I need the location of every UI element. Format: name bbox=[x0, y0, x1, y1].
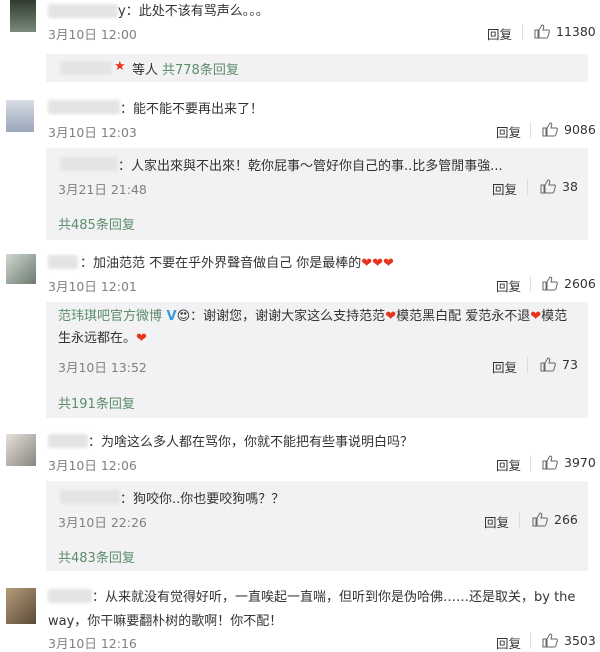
view-replies-link[interactable]: 共778条回复 bbox=[162, 59, 239, 78]
comment-time: 3月10日 12:03 bbox=[48, 125, 137, 140]
blurred-username bbox=[48, 434, 88, 448]
thumbs-up-icon bbox=[542, 122, 558, 137]
thumbs-up-icon bbox=[542, 633, 558, 648]
emoji-icon: 😍 bbox=[176, 309, 191, 324]
author-link[interactable]: 范玮琪吧官方微博 bbox=[58, 309, 162, 324]
comment-text: ：能不能不要再出来了！ bbox=[120, 102, 264, 117]
like-button[interactable]: 3970 bbox=[542, 455, 596, 470]
avatar[interactable] bbox=[6, 588, 36, 624]
thumbs-up-icon bbox=[534, 24, 550, 39]
divider bbox=[527, 179, 528, 195]
like-count: 266 bbox=[554, 512, 578, 527]
like-count: 73 bbox=[562, 357, 578, 372]
heart-icon: ❤ bbox=[530, 309, 542, 324]
star-badge-icon: ★ bbox=[114, 59, 126, 74]
comment-text-line-1: ：从来就没有觉得好听，一直唉起一直喘，但听到你是伪哈佛……还是取关，by the bbox=[92, 590, 576, 605]
heart-icon: ❤ bbox=[136, 331, 147, 346]
view-replies-link[interactable]: 共485条回复 bbox=[58, 214, 135, 233]
comment-text: ：加油范范 不要在乎外界聲音做自己 你是最棒的❤❤❤ bbox=[80, 256, 394, 271]
view-replies-link[interactable]: 共191条回复 bbox=[58, 393, 135, 412]
avatar[interactable] bbox=[6, 100, 34, 132]
blurred-username bbox=[60, 61, 112, 75]
reply-button[interactable]: 回复 bbox=[484, 512, 509, 531]
like-count: 3970 bbox=[564, 455, 596, 470]
sub-reply-text: ：狗咬你..你也要咬狗嗎？？ bbox=[120, 492, 285, 507]
avatar[interactable] bbox=[6, 434, 36, 466]
divider bbox=[530, 455, 531, 471]
like-count: 3503 bbox=[564, 633, 596, 648]
divider bbox=[519, 512, 520, 528]
reply-button[interactable]: 回复 bbox=[492, 357, 517, 376]
reply-summary bbox=[46, 54, 588, 82]
like-count: 11380 bbox=[556, 24, 596, 39]
sub-reply-time: 3月10日 22:26 bbox=[58, 515, 147, 530]
like-button[interactable]: 9086 bbox=[542, 122, 596, 137]
like-button[interactable]: 3503 bbox=[542, 633, 596, 648]
like-button[interactable]: 73 bbox=[540, 357, 578, 372]
thumbs-up-icon bbox=[542, 455, 558, 470]
reply-button[interactable]: 回复 bbox=[496, 633, 521, 652]
sub-reply-text: ：人家出來與不出來！乾你屁事～管好你自己的事..比多管閒事強... bbox=[118, 159, 503, 174]
divider bbox=[522, 24, 523, 40]
blurred-username bbox=[48, 255, 78, 269]
sub-reply-text: 范玮琪吧官方微博 V😍：谢谢您，谢谢大家这么支持范范❤模范黑白配 爱范永不退❤模… bbox=[58, 309, 568, 346]
heart-icon: ❤ bbox=[385, 309, 397, 324]
reply-button[interactable]: 回复 bbox=[496, 455, 521, 474]
verified-v-icon: V bbox=[162, 309, 177, 324]
reply-button[interactable]: 回复 bbox=[487, 24, 512, 43]
comment-text: y：此处不该有骂声么。。。 bbox=[118, 4, 269, 19]
heart-emoji-icons: ❤❤❤ bbox=[361, 256, 394, 271]
divider bbox=[530, 276, 531, 292]
like-button[interactable]: 11380 bbox=[534, 24, 596, 39]
like-button[interactable]: 2606 bbox=[542, 276, 596, 291]
blurred-username bbox=[60, 490, 120, 504]
blurred-username bbox=[48, 4, 118, 18]
avatar[interactable] bbox=[10, 0, 36, 32]
divider bbox=[530, 122, 531, 138]
comment-text-line-2: way，你干嘛要翻朴树的歌啊！你不配！ bbox=[48, 614, 283, 629]
like-count: 2606 bbox=[564, 276, 596, 291]
sub-reply-time: 3月10日 13:52 bbox=[58, 360, 147, 375]
comment-text: ：为啥这么多人都在骂你，你就不能把有些事说明白吗？ bbox=[88, 435, 414, 450]
comment-time: 3月10日 12:06 bbox=[48, 458, 137, 473]
like-button[interactable]: 38 bbox=[540, 179, 578, 194]
blurred-username bbox=[48, 100, 120, 114]
like-count: 9086 bbox=[564, 122, 596, 137]
view-replies-link[interactable]: 共483条回复 bbox=[58, 547, 135, 566]
comment-time: 3月10日 12:00 bbox=[48, 27, 137, 42]
thumbs-up-icon bbox=[540, 357, 556, 372]
divider bbox=[527, 357, 528, 373]
thumbs-up-icon bbox=[542, 276, 558, 291]
reply-button[interactable]: 回复 bbox=[496, 276, 521, 295]
sub-reply-time: 3月21日 21:48 bbox=[58, 182, 147, 197]
like-button[interactable]: 266 bbox=[532, 512, 578, 527]
divider bbox=[530, 633, 531, 649]
summary-suffix: 等人 bbox=[132, 63, 159, 78]
blurred-username bbox=[60, 157, 118, 171]
avatar[interactable] bbox=[6, 254, 36, 284]
blurred-username bbox=[48, 589, 92, 603]
thumbs-up-icon bbox=[540, 179, 556, 194]
thumbs-up-icon bbox=[532, 512, 548, 527]
reply-button[interactable]: 回复 bbox=[496, 122, 521, 141]
comment-time: 3月10日 12:16 bbox=[48, 636, 137, 651]
reply-button[interactable]: 回复 bbox=[492, 179, 517, 198]
comment-time: 3月10日 12:01 bbox=[48, 279, 137, 294]
like-count: 38 bbox=[562, 179, 578, 194]
